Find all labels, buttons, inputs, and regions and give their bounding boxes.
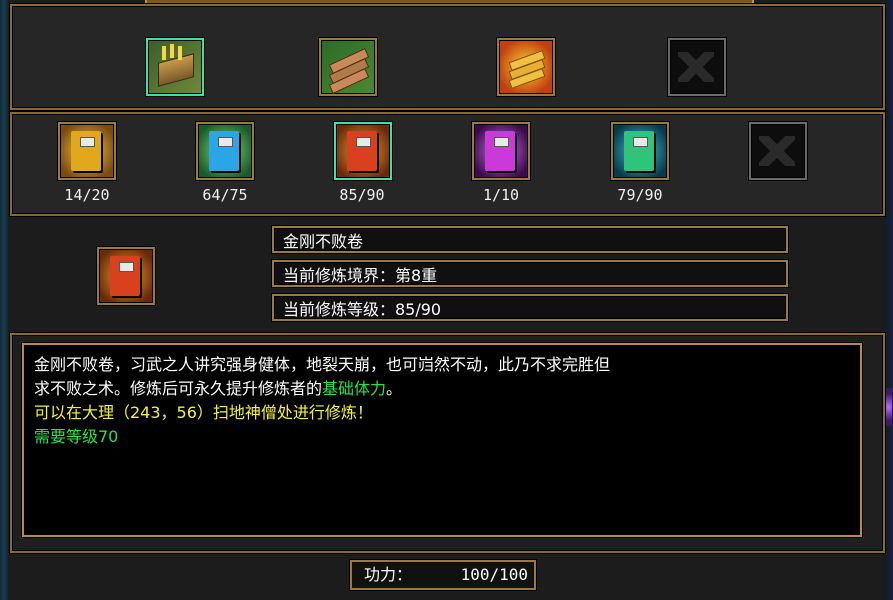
description-line: 求不败之术。修炼后可永久提升修炼者的基础体力。 (34, 379, 403, 398)
golden-scrolls-icon[interactable] (497, 38, 555, 96)
scroll-book-icon[interactable] (146, 38, 204, 96)
scroll-bundle-icon[interactable] (319, 38, 377, 96)
blue-book-icon[interactable] (196, 122, 254, 180)
power-value: 100/100 (460, 565, 528, 584)
book-count: 1/10 (482, 186, 520, 204)
red-book-icon[interactable] (334, 122, 392, 180)
purple-book-icon[interactable] (472, 122, 530, 180)
training-location: 可以在大理（243，56）扫地神僧处进行修炼！ (34, 403, 373, 422)
top-items-panel (10, 4, 885, 110)
book-count: 64/75 (202, 186, 248, 204)
empty-slot-icon[interactable] (668, 38, 726, 96)
left-edge (0, 0, 8, 600)
cultivation-realm: 当前修炼境界：第8重 (272, 260, 788, 287)
book-count: 85/90 (339, 186, 385, 204)
yellow-book-icon[interactable] (58, 122, 116, 180)
description-box: 金刚不败卷，习武之人讲究强身健体，地裂天崩，也可岿然不动，此乃不求完胜但 求不败… (22, 343, 862, 537)
power-display: 功力： 100/100 (350, 560, 536, 590)
level-requirement: 需要等级70 (34, 427, 119, 446)
book-count: 79/90 (617, 186, 663, 204)
selected-book-icon (97, 247, 155, 305)
empty-book-slot-icon[interactable] (749, 122, 807, 180)
green-book-icon[interactable] (611, 122, 669, 180)
sparkle-icon (885, 388, 892, 426)
book-name: 金刚不败卷 (272, 226, 788, 253)
description-line: 金刚不败卷，习武之人讲究强身健体，地裂天崩，也可岿然不动，此乃不求完胜但 (34, 355, 611, 374)
power-label: 功力： (364, 565, 413, 584)
cultivation-level: 当前修炼等级：85/90 (272, 294, 788, 321)
book-count: 14/20 (64, 186, 110, 204)
